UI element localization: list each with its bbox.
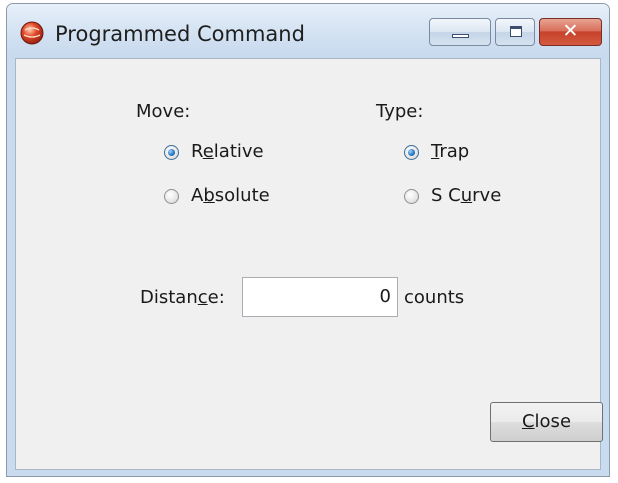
distance-input[interactable]: 0 — [242, 277, 398, 317]
minimize-icon — [452, 34, 469, 38]
dialog-body: Move: Relative Absolute Type: Trap S Cur… — [15, 58, 603, 470]
window-title: Programmed Command — [55, 22, 305, 46]
radio-absolute-label[interactable]: Absolute — [191, 184, 270, 208]
radio-button-selected[interactable] — [404, 145, 419, 160]
radio-selected-dot — [408, 149, 415, 156]
app-icon[interactable] — [20, 21, 44, 45]
minimize-button[interactable] — [429, 18, 491, 46]
type-label: Type: — [376, 101, 424, 122]
move-label: Move: — [136, 101, 191, 122]
programmed-command-window: Programmed Command ✕ Move: Relative Abso… — [6, 3, 610, 477]
radio-button-unselected[interactable] — [164, 189, 179, 204]
radio-s-curve-label[interactable]: S Curve — [431, 184, 501, 208]
maximize-button[interactable] — [495, 18, 535, 46]
radio-trap-label[interactable]: Trap — [431, 140, 469, 164]
radio-relative-label[interactable]: Relative — [191, 140, 264, 164]
close-icon: ✕ — [562, 20, 579, 42]
distance-unit: counts — [404, 287, 465, 308]
radio-button-unselected[interactable] — [404, 189, 419, 204]
title-bar[interactable]: Programmed Command ✕ — [7, 4, 609, 58]
distance-label: Distance: — [140, 287, 225, 308]
close-button[interactable]: Close — [490, 402, 603, 442]
radio-button-selected[interactable] — [164, 145, 179, 160]
radio-selected-dot — [168, 149, 175, 156]
maximize-icon — [510, 26, 522, 37]
close-window-button[interactable]: ✕ — [539, 18, 602, 46]
